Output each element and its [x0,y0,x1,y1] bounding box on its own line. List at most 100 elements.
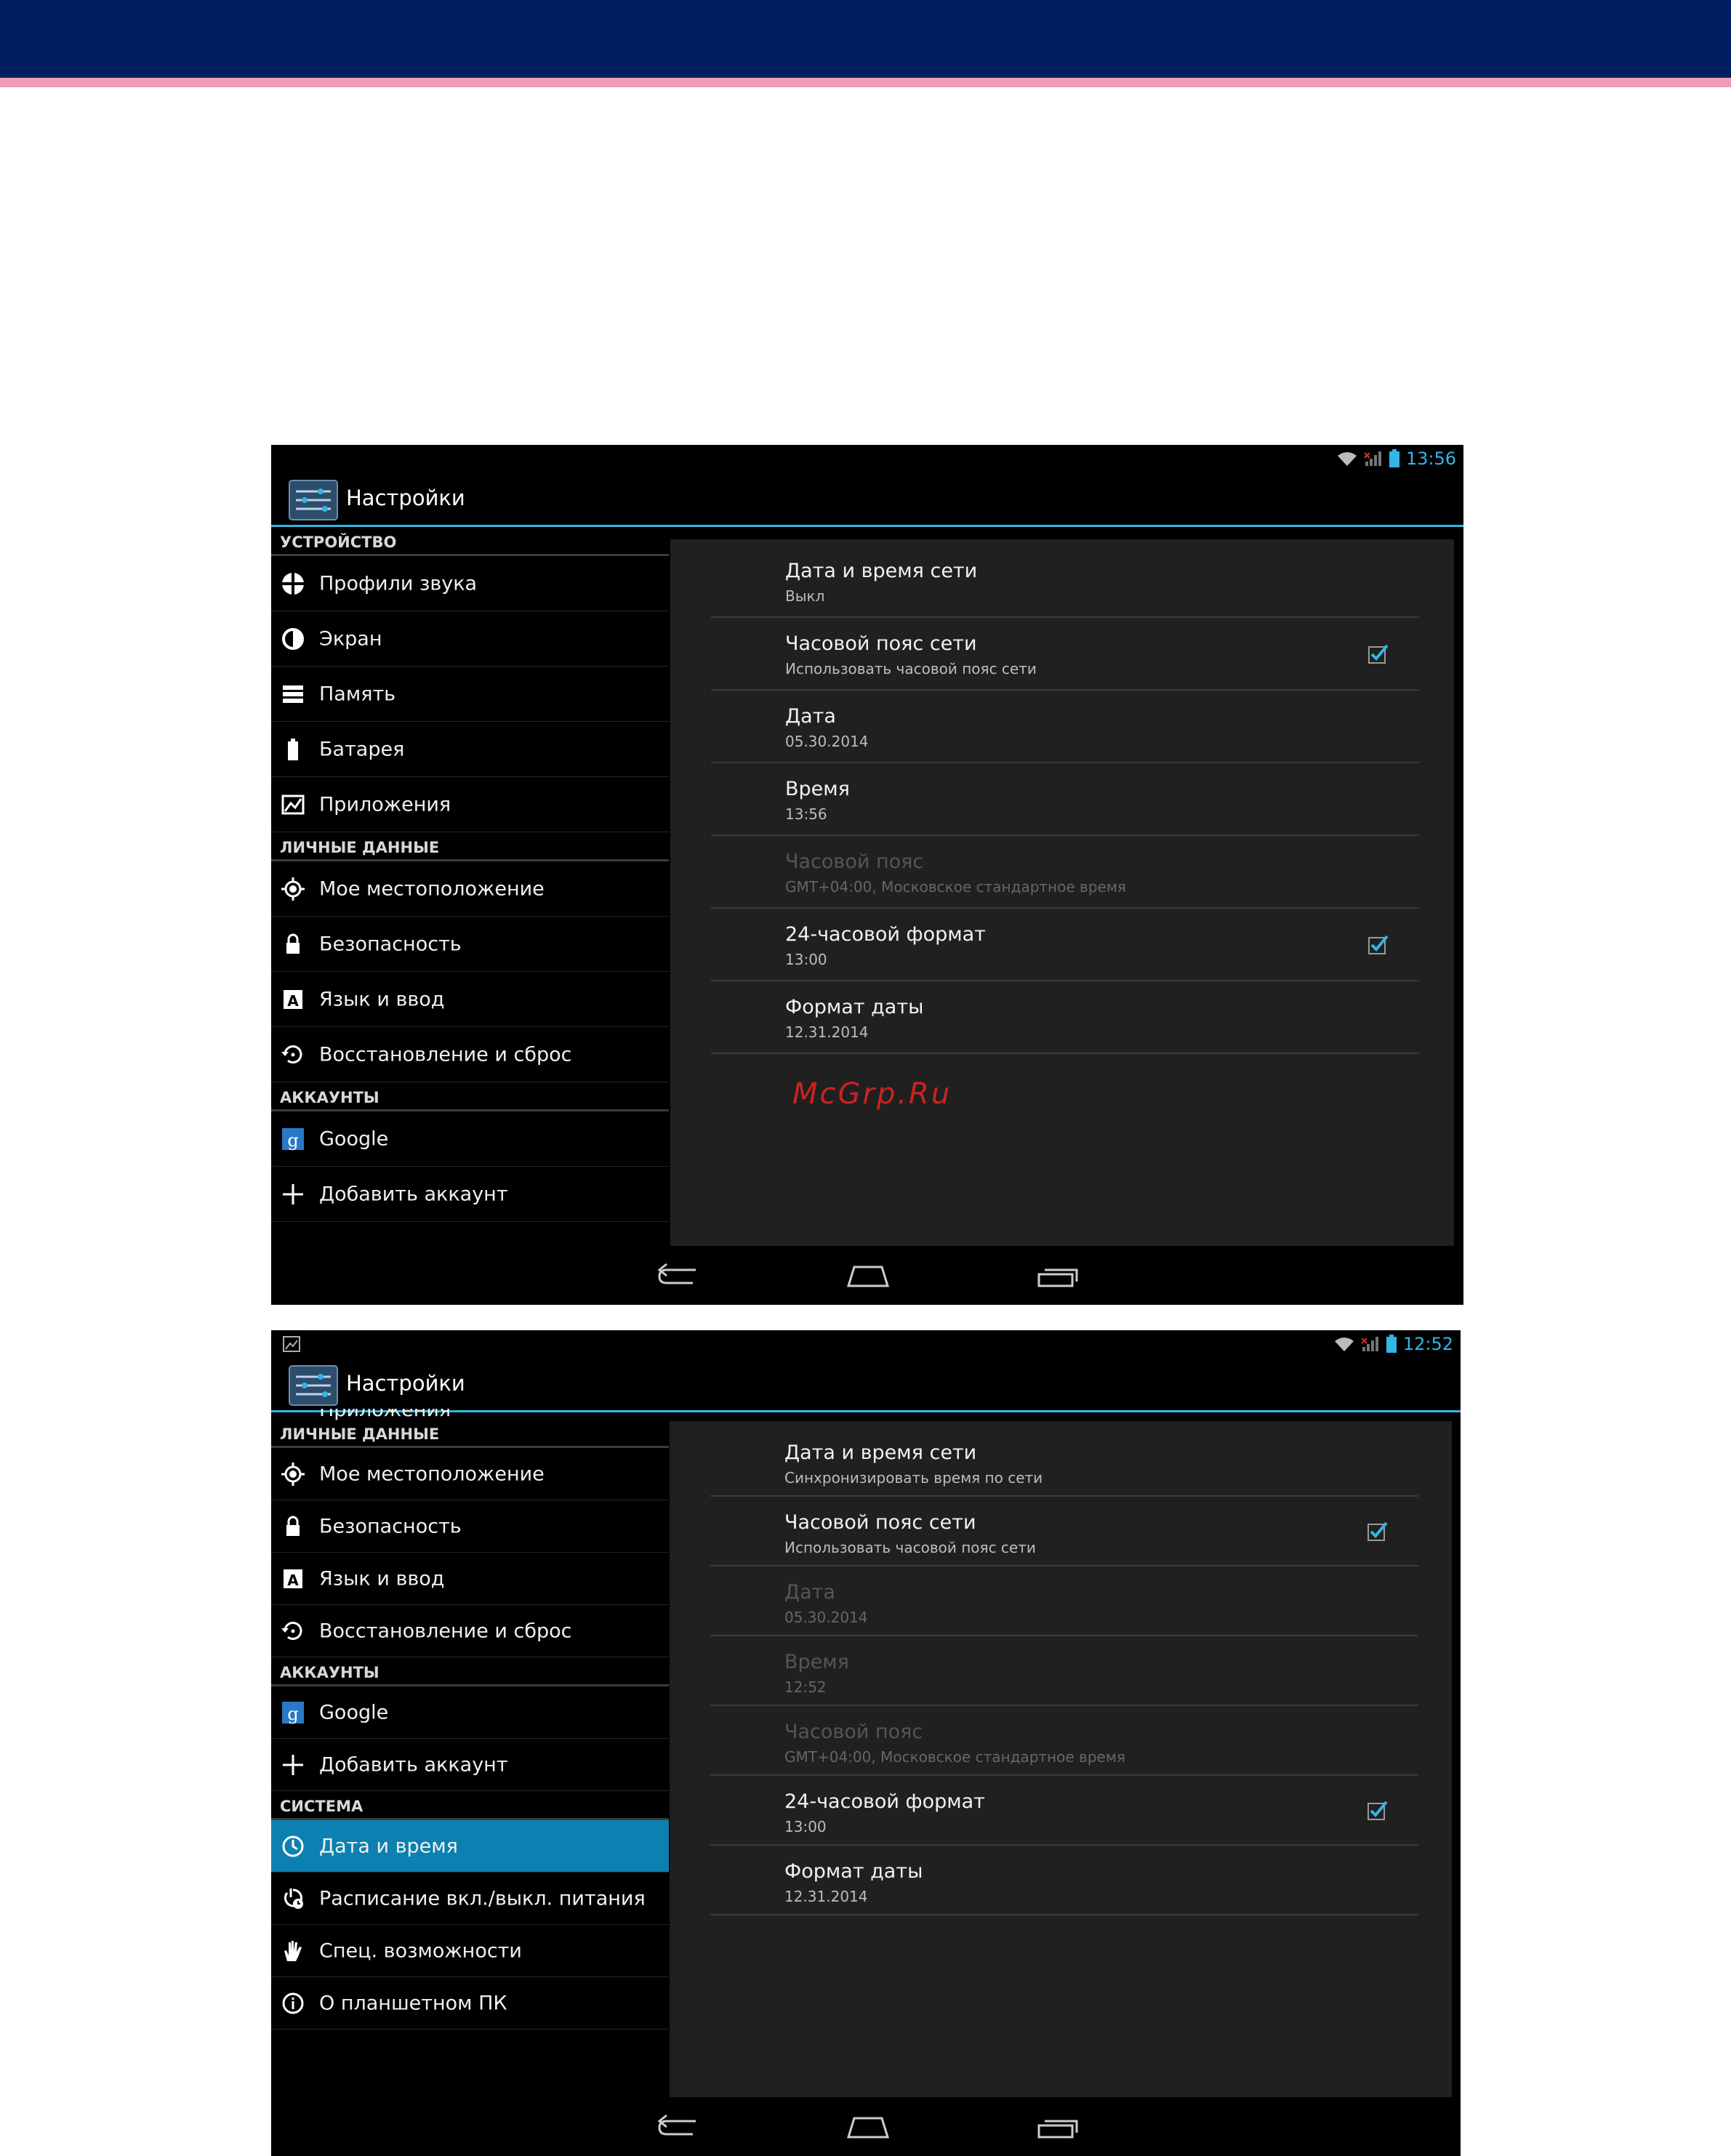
sidebar-item-label: Google [319,1701,389,1723]
signal-icon [1361,1337,1378,1351]
location-icon [281,1462,305,1486]
pref-summary: Выкл [785,587,825,605]
sidebar-item-apps[interactable]: Приложения [271,777,669,832]
sidebar-item-display[interactable]: Экран [271,611,669,667]
settings-app-icon[interactable] [289,480,338,520]
pref-24-hour-format[interactable]: 24-часовой формат 13:00 [711,909,1419,981]
home-icon[interactable] [846,2112,891,2141]
pref-summary: 12.31.2014 [784,1888,868,1905]
sidebar-item-power-schedule[interactable]: Расписание вкл./выкл. питания [271,1873,669,1925]
accessibility-icon [284,1940,302,1961]
section-header-device: УСТРОЙСТВО [271,527,669,556]
sidebar-item-language[interactable]: A Язык и ввод [271,1553,669,1605]
power-schedule-icon [284,1888,303,1909]
language-icon: A [284,1569,302,1589]
system-nav-bar [271,1247,1463,1305]
sidebar-item-security[interactable]: Безопасность [271,1500,669,1553]
app-title: Настройки [346,486,465,510]
back-icon[interactable] [656,2112,702,2141]
pref-title: Формат даты [784,1860,923,1883]
pref-timezone: Часовой пояс GMT+04:00, Московское станд… [711,836,1419,909]
sidebar-item-about-tablet[interactable]: О планшетном ПК [271,1977,669,2030]
page-header-stripe [0,78,1731,87]
pref-title: Часовой пояс [784,1721,923,1743]
pref-network-timezone[interactable]: Часовой пояс сети Использовать часовой п… [710,1497,1418,1566]
pref-network-timezone[interactable]: Часовой пояс сети Использовать часовой п… [711,618,1419,691]
sidebar-item-label: Восстановление и сброс [319,1620,572,1642]
pref-date[interactable]: Дата 05.30.2014 [711,691,1419,763]
signal-icon [1364,451,1381,466]
pref-date-format[interactable]: Формат даты 12.31.2014 [710,1846,1418,1915]
sidebar-item-security[interactable]: Безопасность [271,917,669,972]
pref-summary: 05.30.2014 [785,733,869,750]
sidebar-item-restore[interactable]: Восстановление и сброс [271,1605,669,1657]
pref-summary: 13:00 [785,951,827,968]
sidebar-item-location[interactable]: Мое местоположение [271,1448,669,1500]
sidebar-item-apps-partial[interactable]: Приложения [271,1409,669,1421]
battery-icon [288,738,298,760]
checkbox-checked-icon[interactable] [1367,933,1389,955]
sidebar-item-accessibility[interactable]: Спец. возможности [271,1925,669,1977]
section-header-personal: ЛИЧНЫЕ ДАННЫЕ [271,832,669,861]
info-icon [282,1992,304,2014]
watermark: McGrp.Ru [792,1077,952,1111]
sidebar-item-sound-profiles[interactable]: Профили звука [271,556,669,611]
display-icon [282,627,304,650]
section-header-system: СИСТЕМА [271,1791,669,1820]
sidebar-item-battery[interactable]: Батарея [271,722,669,777]
checkbox-checked-icon[interactable] [1367,643,1389,664]
sidebar-item-storage[interactable]: Память [271,667,669,722]
sidebar-item-location[interactable]: Мое местоположение [271,861,669,917]
sidebar-item-add-account[interactable]: Добавить аккаунт [271,1167,669,1222]
sidebar-item-label: Добавить аккаунт [319,1183,508,1205]
sidebar-item-label: Мое местоположение [319,877,545,900]
sidebar-item-label: Дата и время [319,1835,458,1857]
sidebar-item-label: Восстановление и сброс [319,1043,572,1066]
clock-icon [282,1835,304,1857]
back-icon[interactable] [656,1261,702,1290]
google-icon: g [282,1701,304,1724]
pref-timezone: Часовой пояс GMT+04:00, Московское станд… [710,1706,1418,1776]
pref-summary: Использовать часовой пояс сети [785,660,1037,677]
pref-network-date-time[interactable]: Дата и время сети Выкл [711,545,1419,618]
status-clock: 13:56 [1405,449,1456,469]
sidebar-item-date-time[interactable]: Дата и время [271,1820,669,1873]
home-icon[interactable] [846,1261,891,1290]
pref-title: Часовой пояс сети [784,1511,976,1534]
pref-title: Формат даты [785,996,924,1018]
google-icon: g [282,1127,304,1151]
sidebar-item-google[interactable]: g Google [271,1686,669,1739]
recent-apps-icon[interactable] [1036,2112,1081,2141]
section-header-accounts: АККАУНТЫ [271,1657,669,1686]
settings-screenshot-2: 12:52 Настройки Приложения ЛИЧНЫЕ ДАННЫЕ… [271,1330,1461,2156]
lock-icon [286,1516,300,1536]
section-header-accounts: АККАУНТЫ [271,1082,669,1111]
svg-text:A: A [287,992,299,1010]
pref-24-hour-format[interactable]: 24-часовой формат 13:00 [710,1776,1418,1846]
settings-app-icon[interactable] [289,1365,338,1406]
status-bar: 13:56 [271,445,1463,472]
sidebar-item-label: Расписание вкл./выкл. питания [319,1887,646,1910]
checkbox-checked-icon[interactable] [1366,1520,1388,1542]
apps-icon [281,795,305,814]
sidebar-item-add-account[interactable]: Добавить аккаунт [271,1739,669,1791]
recent-apps-icon[interactable] [1036,1261,1081,1290]
section-header-personal: ЛИЧНЫЕ ДАННЫЕ [271,1419,669,1448]
battery-status-icon [1386,1335,1397,1353]
plus-icon [283,1754,303,1775]
pref-date-format[interactable]: Формат даты 12.31.2014 [711,981,1419,1054]
sidebar-item-restore[interactable]: Восстановление и сброс [271,1027,669,1082]
sidebar-item-label: Приложения [319,793,451,816]
pref-summary: GMT+04:00, Московское стандартное время [784,1748,1125,1766]
wifi-icon [1337,452,1357,466]
restore-icon [281,1045,302,1063]
date-time-settings-panel: Дата и время сети Синхронизировать время… [670,1421,1452,2097]
pref-time[interactable]: Время 13:56 [711,763,1419,836]
svg-text:A: A [287,1572,299,1589]
pref-network-date-time[interactable]: Дата и время сети Синхронизировать время… [710,1427,1418,1497]
sidebar-item-language[interactable]: A Язык и ввод [271,972,669,1027]
sidebar-item-label: Мое местоположение [319,1463,545,1485]
pref-summary: GMT+04:00, Московское стандартное время [785,878,1126,896]
checkbox-checked-icon[interactable] [1366,1799,1388,1821]
sidebar-item-google[interactable]: g Google [271,1111,669,1167]
